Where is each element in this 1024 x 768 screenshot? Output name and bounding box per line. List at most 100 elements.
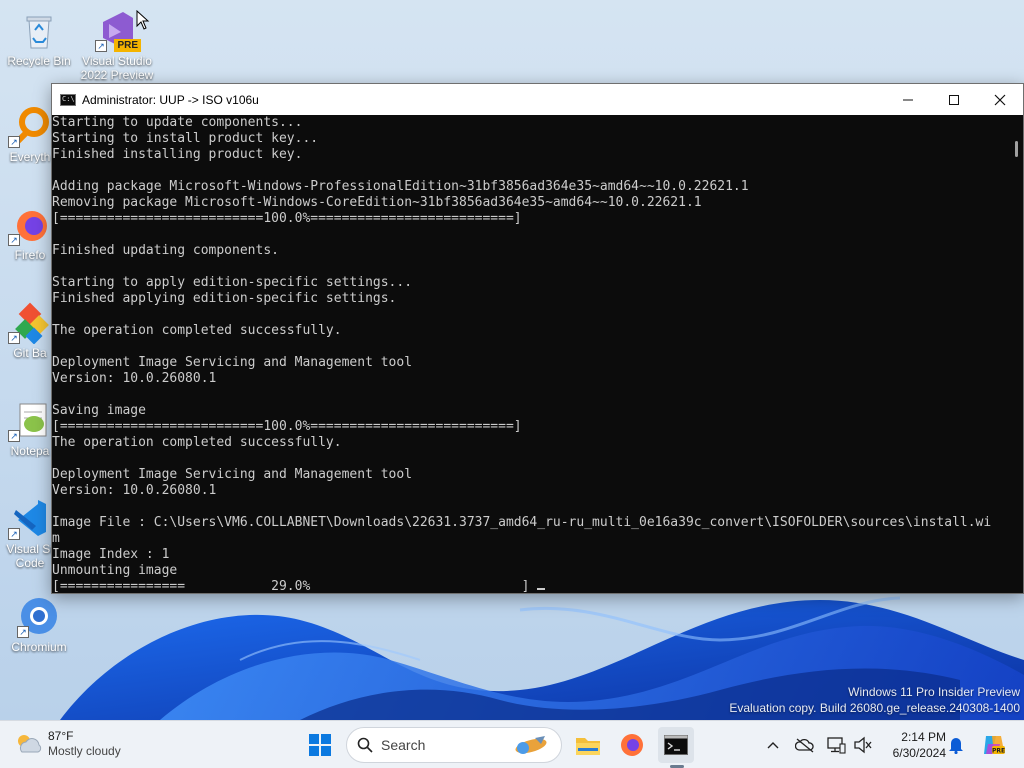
taskbar: 87°F Mostly cloudy Search 2:14 PM 6/30/2… [0,720,1024,768]
volume-tray-button[interactable] [853,735,873,755]
bell-icon [949,738,963,754]
console-line: Starting to install product key... [52,131,319,146]
console-line: The operation completed successfully. [52,323,342,338]
desktop-icon-label: Chromium [11,640,67,654]
taskbar-file-explorer[interactable] [570,727,606,763]
volume-muted-icon [854,736,872,754]
scrollbar-thumb[interactable] [1015,141,1018,157]
console-line: Finished updating components. [52,243,279,258]
console-line: Removing package Microsoft-Windows-CoreE… [52,195,702,210]
taskbar-firefox[interactable] [614,727,650,763]
console-line: Starting to update components... [52,115,303,130]
console-line: [==========================100.0%=======… [52,419,522,434]
notepad-plus-plus-icon: ↗ [8,398,52,442]
console-line: [================ 29.0% ] [52,579,1008,593]
copilot-button[interactable]: PRE [980,732,1006,758]
desktop-icon-recycle-bin[interactable]: Recycle Bin [1,8,77,68]
search-icon [357,737,373,753]
minimize-icon [903,99,913,100]
desktop-icon-chromium[interactable]: ↗ Chromium [1,594,77,654]
preview-badge: PRE [114,39,141,52]
console-line: Starting to apply edition-specific setti… [52,275,413,290]
firefox-icon [621,734,643,756]
shortcut-arrow-icon: ↗ [8,136,20,148]
search-placeholder: Search [381,737,426,753]
weather-condition: Mostly cloudy [48,744,121,758]
console-line: The operation completed successfully. [52,435,342,450]
shortcut-arrow-icon: ↗ [95,40,107,52]
close-icon [994,94,1006,105]
close-button[interactable] [977,84,1023,115]
cloud-offline-icon [795,738,814,753]
console-line: Image File : C:\Users\VM6.COLLABNET\Down… [52,515,992,530]
console-app-icon: C:\ [60,93,76,106]
network-icon [827,737,846,754]
weather-temperature: 87°F [48,729,74,743]
shortcut-arrow-icon: ↗ [8,234,20,246]
onedrive-tray-button[interactable] [795,735,815,755]
search-highlight-icon [515,736,547,754]
git-bash-icon: ↗ [8,300,52,345]
shortcut-arrow-icon: ↗ [17,626,29,638]
taskbar-search[interactable]: Search [346,727,562,763]
console-icon [664,735,688,755]
everything-search-icon: ↗ [8,104,52,148]
console-line: Adding package Microsoft-Windows-Profess… [52,179,749,194]
show-hidden-icons-button[interactable] [763,735,783,755]
partly-cloudy-icon [18,735,42,753]
maximize-button[interactable] [931,84,977,115]
chevron-up-icon [767,742,779,749]
console-window[interactable]: C:\ Administrator: UUP -> ISO v106u Star… [51,83,1024,594]
console-line: Version: 10.0.26080.1 [52,483,217,498]
console-output[interactable]: Starting to update components... Starting… [52,115,1008,593]
start-button[interactable] [302,727,338,763]
shortcut-arrow-icon: ↗ [8,430,20,442]
text-cursor [537,588,546,590]
console-title-bar[interactable]: C:\ Administrator: UUP -> ISO v106u [52,84,1023,115]
chromium-icon: ↗ [17,594,61,638]
shortcut-arrow-icon: ↗ [8,332,20,344]
evaluation-watermark: Windows 11 Pro Insider Preview Evaluatio… [729,684,1020,716]
console-line: m [52,531,60,546]
shortcut-arrow-icon: ↗ [8,528,20,540]
clock-time: 2:14 PM [901,730,946,744]
console-scrollbar[interactable] [1008,115,1023,593]
windows-logo-icon [309,734,331,756]
weather-widget[interactable]: 87°F Mostly cloudy [14,729,121,759]
taskbar-clock[interactable]: 2:14 PM 6/30/2024 [880,729,946,761]
desktop-icon-label: Recycle Bin [7,54,71,68]
mouse-pointer-icon [136,10,150,30]
desktop-icon-label: Visual Studio 2022 Preview [80,54,154,82]
console-line: Version: 10.0.26080.1 [52,371,217,386]
folder-icon [576,738,600,755]
taskbar-terminal[interactable] [658,727,694,763]
network-tray-button[interactable] [826,735,846,755]
minimize-button[interactable] [885,84,931,115]
console-line: Finished applying edition-specific setti… [52,291,397,306]
clock-date: 6/30/2024 [892,746,946,760]
notifications-button[interactable] [946,735,966,755]
console-line: [==========================100.0%=======… [52,211,522,226]
console-title: Administrator: UUP -> ISO v106u [82,92,259,107]
console-line: Deployment Image Servicing and Managemen… [52,467,413,482]
console-line: Image Index : 1 [52,547,170,562]
recycle-bin-icon [17,8,61,52]
console-line: Unmounting image [52,563,178,578]
copilot-icon: PRE [984,736,1005,755]
console-line: Deployment Image Servicing and Managemen… [52,355,413,370]
console-line: Finished installing product key. [52,147,303,162]
vscode-icon: ↗ [8,496,52,540]
watermark-build: Evaluation copy. Build 26080.ge_release.… [729,701,1020,715]
maximize-icon [949,94,959,105]
firefox-icon: ↗ [8,202,52,246]
svg-text:PRE: PRE [992,748,1005,755]
console-line: Saving image [52,403,146,418]
